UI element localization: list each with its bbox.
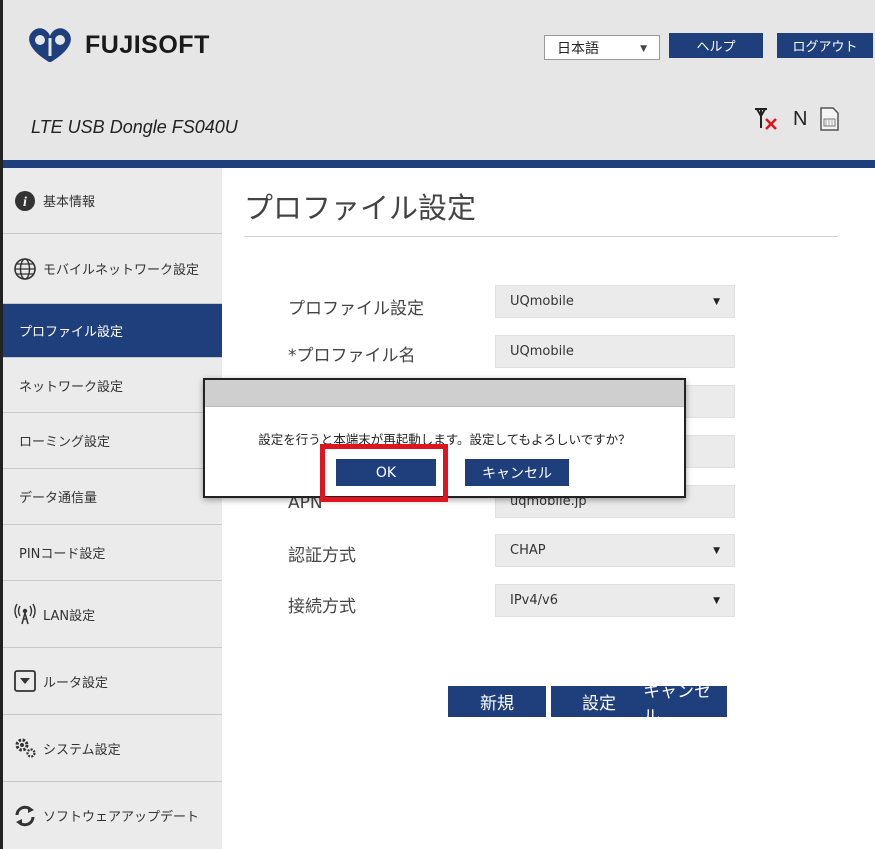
auth-method-label: 認証方式: [288, 546, 356, 566]
language-value: 日本語: [557, 40, 599, 57]
header: FUJISOFT 日本語 ▼ ヘルプ ログアウト LTE USB Dongle …: [3, 0, 875, 160]
logo-text: FUJISOFT: [85, 30, 210, 59]
apply-button[interactable]: 設定: [551, 686, 647, 717]
help-button[interactable]: ヘルプ: [669, 33, 763, 58]
profile-name-field[interactable]: UQmobile: [495, 335, 735, 368]
profile-select-value: UQmobile: [510, 294, 574, 309]
profile-select-label: プロファイル設定: [288, 299, 424, 319]
profile-name-label: *プロファイル名: [288, 346, 416, 366]
sidebar-item-label: ソフトウェアアップデート: [43, 810, 200, 825]
connection-type-value: IPv4/v6: [510, 593, 558, 608]
new-button[interactable]: 新規: [448, 686, 546, 717]
sidebar-item-label: データ通信量: [19, 491, 98, 506]
svg-text:i: i: [23, 195, 27, 210]
no-signal-icon: [755, 108, 777, 130]
profile-select[interactable]: UQmobile ▼: [495, 285, 735, 318]
page-title: プロファイル設定: [244, 191, 477, 225]
sidebar-item-label: ローミング設定: [19, 435, 111, 450]
chevron-down-icon: ▼: [713, 297, 720, 307]
logout-button[interactable]: ログアウト: [777, 33, 873, 58]
fujisoft-logo-icon: [29, 28, 71, 62]
sidebar-item-basic-info[interactable]: i 基本情報: [3, 168, 222, 234]
sidebar-item-label: PINコード設定: [19, 547, 106, 562]
header-divider: [3, 160, 875, 168]
sidebar-item-network-settings[interactable]: ネットワーク設定: [3, 358, 222, 413]
sidebar-item-data-usage[interactable]: データ通信量: [3, 469, 222, 525]
language-select[interactable]: 日本語 ▼: [544, 35, 660, 60]
chevron-down-icon: ▼: [640, 44, 647, 54]
device-model: LTE USB Dongle FS040U: [31, 117, 238, 137]
sidebar-item-label: ネットワーク設定: [19, 379, 124, 395]
sidebar: i 基本情報 モバイルネットワーク設定 プロファイル設定 ネットワーク設定 ロー…: [3, 168, 222, 849]
auth-method-select[interactable]: CHAP ▼: [495, 534, 735, 567]
globe-icon: [13, 257, 37, 281]
status-icons: N: [753, 106, 841, 132]
sidebar-item-pin-code[interactable]: PINコード設定: [3, 525, 222, 581]
sidebar-item-profile-settings[interactable]: プロファイル設定: [3, 304, 222, 358]
gear-icon: [13, 736, 37, 760]
sidebar-item-label: 基本情報: [43, 195, 96, 210]
refresh-icon: [13, 804, 37, 828]
sidebar-item-mobile-network[interactable]: モバイルネットワーク設定: [3, 234, 222, 304]
network-type-indicator: N: [793, 107, 808, 130]
dialog-cancel-button[interactable]: キャンセル: [465, 459, 569, 486]
auth-method-value: CHAP: [510, 543, 546, 558]
sidebar-item-software-update[interactable]: ソフトウェアアップデート: [3, 782, 222, 849]
connection-type-label: 接続方式: [288, 597, 356, 617]
sim-card-icon: [820, 107, 840, 131]
sidebar-item-label: LAN設定: [43, 608, 96, 624]
dialog-message: 設定を行うと本端末が再起動します。設定してもよろしいですか？: [258, 432, 631, 447]
sidebar-item-lan[interactable]: LAN設定: [3, 581, 222, 648]
main-content: プロファイル設定 プロファイル設定 UQmobile ▼ *プロファイル名 UQ…: [222, 168, 875, 849]
title-divider: [244, 236, 838, 237]
router-icon: [13, 669, 37, 693]
wireless-antenna-icon: [13, 602, 37, 626]
sidebar-item-label: モバイルネットワーク設定: [43, 263, 200, 278]
sidebar-item-router[interactable]: ルータ設定: [3, 648, 222, 715]
dialog-title-bar: [205, 380, 684, 407]
dialog-ok-button[interactable]: OK: [336, 459, 436, 486]
sidebar-item-label: システム設定: [43, 742, 121, 758]
profile-name-value: UQmobile: [510, 344, 574, 359]
connection-type-select[interactable]: IPv4/v6 ▼: [495, 584, 735, 617]
chevron-down-icon: ▼: [713, 546, 720, 556]
confirm-dialog: 設定を行うと本端末が再起動します。設定してもよろしいですか？ OK キャンセル: [203, 378, 686, 498]
sidebar-item-label: ルータ設定: [43, 675, 109, 691]
sidebar-item-system[interactable]: システム設定: [3, 715, 222, 782]
info-icon: i: [13, 189, 37, 213]
cancel-button[interactable]: キャンセル: [643, 682, 727, 727]
sidebar-item-roaming[interactable]: ローミング設定: [3, 413, 222, 469]
brand-logo: FUJISOFT: [25, 26, 210, 64]
chevron-down-icon: ▼: [713, 596, 720, 606]
sidebar-item-label: プロファイル設定: [19, 325, 124, 340]
